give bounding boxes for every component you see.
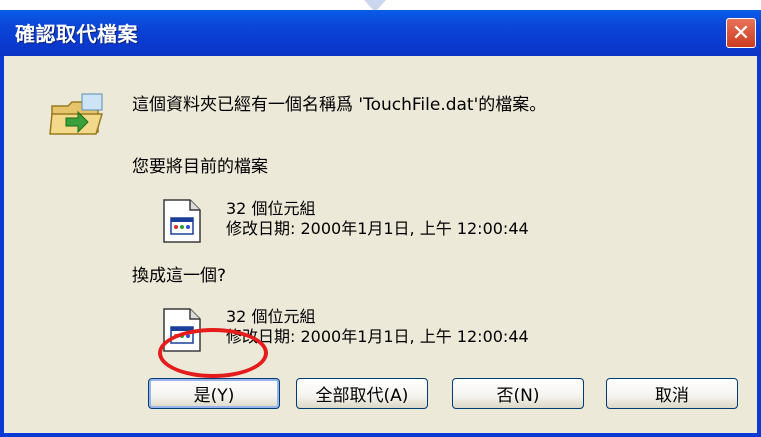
dialog-body: 這個資料夾已經有一個名稱爲 'TouchFile.dat'的檔案。 您要將目前的… [4,56,757,433]
close-button[interactable]: ✕ [726,18,756,48]
file-icon [163,199,201,243]
existing-file-size: 32 個位元組 [226,199,316,218]
confirm-file-replace-dialog: 確認取代檔案 ✕ 這個資料夾已經有一個名稱爲 'TouchFile.dat'的檔… [0,10,761,437]
replace-message: 這個資料夾已經有一個名稱爲 'TouchFile.dat'的檔案。 [132,95,547,115]
title-bar[interactable]: 確認取代檔案 ✕ [0,10,761,56]
close-icon: ✕ [731,20,751,46]
folder-replace-icon [49,93,104,135]
replace-prompt: 您要將目前的檔案 [132,157,268,177]
dialog-title: 確認取代檔案 [15,22,138,46]
existing-file-modified: 修改日期: 2000年1月1日, 上午 12:00:44 [226,219,529,238]
yes-to-all-button[interactable]: 全部取代(A) [296,378,428,409]
with-prompt: 換成這一個? [132,266,227,286]
file-icon [163,308,201,352]
new-file-modified: 修改日期: 2000年1月1日, 上午 12:00:44 [226,327,529,346]
yes-button[interactable]: 是(Y) [148,378,280,409]
cancel-button[interactable]: 取消 [606,378,738,409]
existing-file-info: 32 個位元組 修改日期: 2000年1月1日, 上午 12:00:44 [226,199,529,239]
new-file-size: 32 個位元組 [226,307,316,326]
no-button[interactable]: 否(N) [452,378,584,409]
new-file-info: 32 個位元組 修改日期: 2000年1月1日, 上午 12:00:44 [226,307,529,347]
